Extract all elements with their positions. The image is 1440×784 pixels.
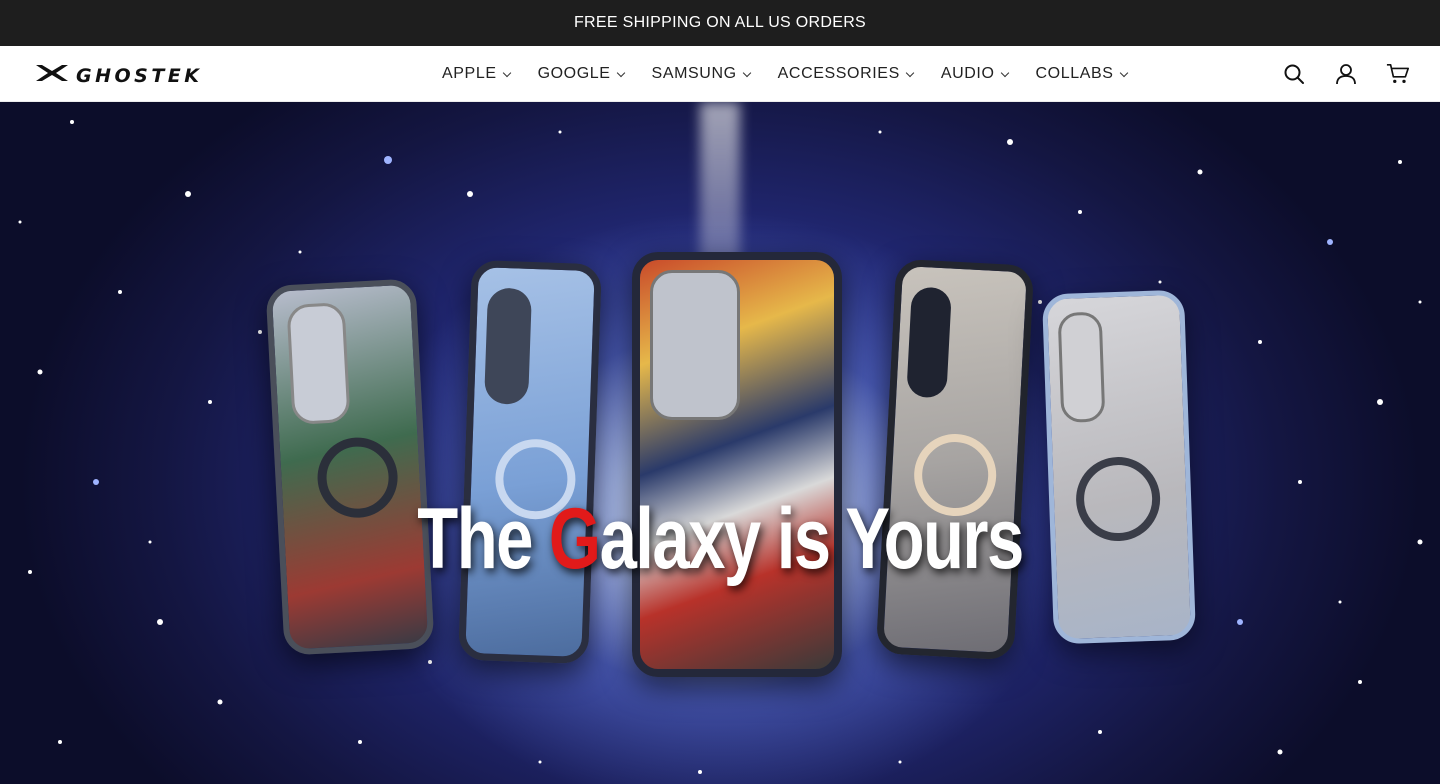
chevron-down-icon bbox=[616, 68, 625, 77]
nav-item-accessories[interactable]: ACCESSORIES bbox=[777, 65, 915, 83]
camera-module bbox=[484, 287, 533, 405]
phone-case-blue[interactable] bbox=[458, 259, 602, 665]
headline-g-glyph: G bbox=[548, 491, 601, 587]
site-header: GHOSTEK APPLE GOOGLE SAMSUNG ACCESSORIES… bbox=[0, 46, 1440, 102]
camera-module bbox=[906, 286, 952, 399]
camera-module bbox=[1057, 311, 1106, 423]
phone-case-clear-grey[interactable] bbox=[875, 258, 1035, 661]
announcement-text: FREE SHIPPING ON ALL US ORDERS bbox=[573, 14, 867, 31]
cart-icon[interactable] bbox=[1386, 62, 1410, 86]
headline-suffix: alaxy is Yours bbox=[599, 491, 1025, 587]
nav-item-collabs[interactable]: COLLABS bbox=[1035, 65, 1128, 83]
camera-module bbox=[650, 270, 740, 420]
announcement-bar: FREE SHIPPING ON ALL US ORDERS bbox=[0, 0, 1440, 46]
main-nav: APPLE GOOGLE SAMSUNG ACCESSORIES AUDIO C… bbox=[442, 46, 1155, 102]
nav-item-label: COLLABS bbox=[1035, 65, 1114, 82]
nav-item-label: GOOGLE bbox=[537, 65, 611, 82]
nav-item-apple[interactable]: APPLE bbox=[442, 65, 511, 83]
headline-prefix: The bbox=[417, 491, 549, 587]
nav-item-audio[interactable]: AUDIO bbox=[940, 65, 1009, 83]
chevron-down-icon bbox=[905, 68, 915, 77]
phone-case-graffiti[interactable] bbox=[632, 252, 842, 677]
header-actions bbox=[1282, 46, 1410, 102]
hero-headline: The Galaxy is Yours bbox=[158, 490, 1281, 589]
phone-case-silver[interactable] bbox=[1041, 289, 1197, 645]
phone-case-green-red[interactable] bbox=[265, 278, 435, 656]
nav-item-google[interactable]: GOOGLE bbox=[537, 65, 625, 83]
chevron-down-icon bbox=[742, 68, 751, 77]
nav-item-label: SAMSUNG bbox=[651, 65, 737, 82]
nav-item-label: ACCESSORIES bbox=[777, 65, 900, 82]
brand-wordmark: GHOSTEK bbox=[76, 64, 203, 87]
nav-item-samsung[interactable]: SAMSUNG bbox=[651, 65, 751, 83]
nav-item-label: AUDIO bbox=[940, 65, 995, 82]
search-icon[interactable] bbox=[1282, 62, 1306, 86]
account-icon[interactable] bbox=[1334, 62, 1358, 86]
chevron-down-icon bbox=[502, 68, 511, 77]
hero-banner[interactable]: The Galaxy is Yours bbox=[0, 102, 1440, 784]
chevron-down-icon bbox=[1119, 68, 1128, 77]
camera-module bbox=[286, 302, 351, 425]
brand-logo[interactable]: GHOSTEK bbox=[34, 62, 203, 89]
nav-item-label: APPLE bbox=[442, 65, 497, 82]
ghostek-mark-icon bbox=[34, 62, 70, 89]
chevron-down-icon bbox=[1000, 68, 1009, 77]
